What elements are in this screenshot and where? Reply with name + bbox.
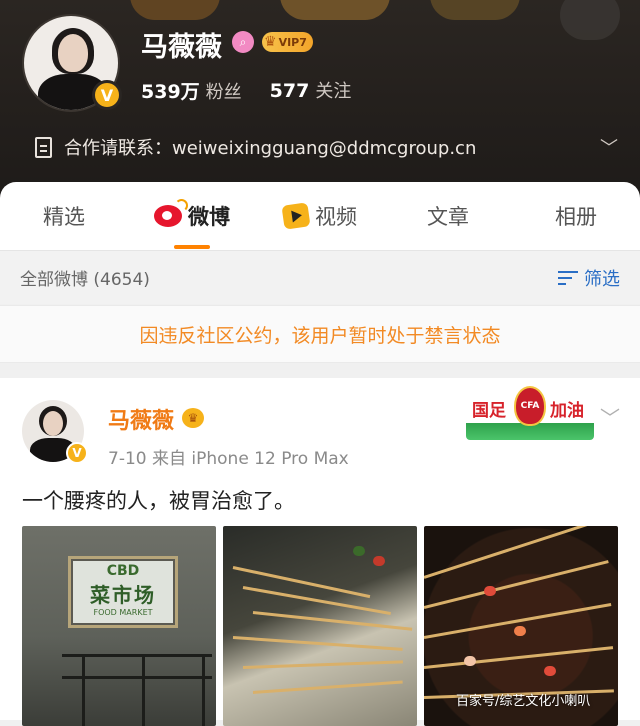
profile-avatar[interactable]: V [22, 14, 122, 112]
post-photo-1[interactable]: CBD 菜市场 FOOD MARKET [22, 526, 216, 726]
tab-video[interactable]: 视频 [256, 201, 384, 231]
crown-icon: ♛ [264, 34, 277, 50]
chevron-down-icon[interactable]: ﹀ [600, 402, 620, 431]
followers-count: 539万 [141, 81, 200, 103]
verified-v-icon: V [66, 442, 88, 464]
tab-label: 相册 [555, 205, 597, 229]
tab-label: 视频 [315, 205, 357, 229]
watermark: 百家号/综艺文化小喇叭 [456, 694, 591, 709]
filter-bar: 全部微博 (4654) 筛选 [0, 250, 640, 304]
profile-tabs: 精选 微博 视频 文章 相册 [0, 182, 640, 250]
national-team-cheer-badge: 国足 CFA 加油 [466, 384, 594, 440]
tab-album[interactable]: 相册 [512, 201, 640, 231]
name-badges: ⌕ ♛ VIP7 [232, 31, 313, 53]
filter-button[interactable]: 筛选 [558, 265, 620, 291]
badge-text-right: 加油 [550, 401, 584, 421]
tab-label: 文章 [427, 205, 469, 229]
followers-label: 粉丝 [205, 82, 242, 103]
filter-icon [558, 270, 578, 286]
profile-name: 马薇薇 [141, 32, 222, 63]
chevron-down-icon[interactable]: ﹀ [600, 134, 618, 160]
badge-text-left: 国足 [472, 401, 506, 421]
verified-v-icon: V [92, 80, 122, 110]
header-decoration [130, 0, 220, 20]
header-decoration [280, 0, 390, 20]
tab-label: 精选 [43, 205, 85, 229]
header-decoration [560, 0, 620, 40]
vip-badge[interactable]: ♛ VIP7 [262, 32, 313, 52]
muted-notice: 因违反社区公约，该用户暂时处于禁言状态 [0, 305, 640, 363]
cfa-emblem-icon: CFA [514, 386, 546, 426]
header-decoration [430, 0, 520, 20]
video-logo-icon [281, 202, 311, 230]
filter-label: 筛选 [584, 268, 620, 290]
document-icon [35, 136, 52, 158]
sign-line-2: 菜市场 [90, 583, 156, 607]
followers-stat[interactable]: 539万 粉丝 [141, 77, 242, 104]
following-count: 577 [269, 80, 310, 102]
weibo-logo-icon [154, 199, 188, 227]
post-meta: 7-10 来自 iPhone 12 Pro Max [108, 449, 349, 469]
crown-icon[interactable]: ♛ [182, 408, 204, 428]
search-circle-icon[interactable]: ⌕ [232, 31, 254, 53]
following-stat[interactable]: 577 关注 [270, 77, 352, 104]
vip-label: VIP7 [278, 35, 307, 49]
sign-line-1: CBD [106, 563, 140, 579]
all-posts-count: 全部微博 (4654) [20, 270, 150, 290]
post-author-name[interactable]: 马薇薇 [108, 403, 174, 435]
weibo-post[interactable]: V 马薇薇 ♛ 7-10 来自 iPhone 12 Pro Max 国足 CFA… [0, 378, 640, 726]
tab-label: 微博 [188, 205, 230, 229]
post-avatar[interactable]: V [22, 400, 88, 464]
following-label: 关注 [315, 81, 352, 102]
tab-weibo[interactable]: 微博 [128, 199, 256, 249]
market-sign: CBD 菜市场 FOOD MARKET [68, 556, 178, 628]
contact-row[interactable]: 合作请联系：weiweixingguang@ddmcgroup.cn ﹀ [35, 134, 620, 160]
tab-articles[interactable]: 文章 [384, 201, 512, 231]
post-photo-2[interactable] [223, 526, 417, 726]
contact-text: 合作请联系：weiweixingguang@ddmcgroup.cn [64, 138, 477, 159]
sign-line-3: FOOD MARKET [93, 608, 153, 617]
profile-header: V 马薇薇 ⌕ ♛ VIP7 539万 粉丝 577 关注 合作请联系：weiwei… [0, 0, 640, 200]
profile-stats: 539万 粉丝 577 关注 [141, 77, 351, 104]
tab-featured[interactable]: 精选 [0, 201, 128, 231]
post-text: 一个腰疼的人，被胃治愈了。 [22, 489, 295, 513]
